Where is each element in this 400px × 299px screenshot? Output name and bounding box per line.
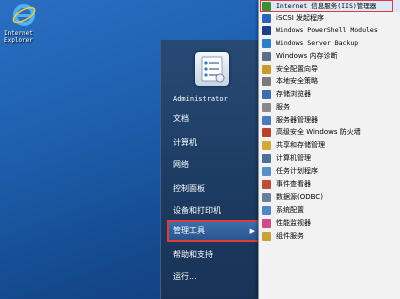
system-config-icon [262,205,271,215]
start-item-network[interactable]: 网络 [169,156,255,174]
admin-item-label: 数据源(ODBC) [276,193,323,201]
admin-item-label: Internet 信息服务(IIS)管理器 [276,2,377,10]
desktop-shortcut-internet-explorer[interactable]: Internet Explorer [4,2,44,44]
start-item-label: 网络 [173,160,189,169]
start-item-label: 文档 [173,114,189,123]
admin-item-storage-explorer[interactable]: 存储浏览器 [259,88,400,100]
iis-manager-icon [262,1,271,11]
services-icon [262,102,271,112]
admin-item-task-scheduler[interactable]: 任务计划程序 [259,165,400,177]
admin-item-odbc[interactable]: 数据源(ODBC) [259,191,400,203]
event-viewer-icon [262,179,271,189]
start-item-computer[interactable]: 计算机 [169,134,255,152]
admin-item-label: Windows 内存诊断 [276,52,338,60]
chevron-right-icon: ▶ [249,227,255,235]
admin-item-powershell-modules[interactable]: Windows PowerShell Modules [259,24,400,36]
user-picture[interactable] [195,52,229,86]
admin-item-label: 服务器管理器 [276,116,318,124]
admin-item-firewall[interactable]: 高级安全 Windows 防火墙 [259,126,400,138]
admin-item-computer-management[interactable]: 计算机管理 [259,152,400,164]
admin-item-label: 存储浏览器 [276,90,311,98]
admin-item-label: 系统配置 [276,206,304,214]
admin-item-server-backup[interactable]: Windows Server Backup [259,37,400,49]
admin-item-iscsi[interactable]: iSCSI 发起程序 [259,12,400,24]
start-menu-right-pane: Administrator 文档 计算机 网络 控制面板 设备和打印机 管理工具… [160,40,261,299]
security-wizard-icon [262,64,271,74]
admin-item-label: 高级安全 Windows 防火墙 [276,128,361,136]
admin-item-component-services[interactable]: 组件服务 [259,230,400,242]
iscsi-icon [262,13,271,23]
start-item-administrator[interactable]: Administrator [169,90,255,108]
administrative-tools-flyout: Internet 信息服务(IIS)管理器 iSCSI 发起程序 Windows… [258,0,400,299]
start-item-documents[interactable]: 文档 [169,110,255,128]
start-item-help-support[interactable]: 帮助和支持 [169,246,255,264]
desktop-shortcut-label: Internet Explorer [4,30,33,44]
powershell-icon [262,25,271,35]
start-item-label: 计算机 [173,138,197,147]
start-item-label: 控制面板 [173,184,205,193]
admin-item-event-viewer[interactable]: 事件查看器 [259,178,400,190]
admin-item-label: 性能监视器 [276,219,311,227]
admin-item-label: 组件服务 [276,232,304,240]
performance-monitor-icon [262,218,271,228]
task-scheduler-icon [262,166,271,176]
admin-item-system-config[interactable]: 系统配置 [259,204,400,216]
admin-item-label: Windows PowerShell Modules [276,26,378,34]
start-item-label: 设备和打印机 [173,206,221,215]
admin-item-services[interactable]: 服务 [259,101,400,113]
admin-item-label: Windows Server Backup [276,39,359,47]
admin-item-label: 安全配置向导 [276,65,318,73]
server-manager-icon [262,115,271,125]
admin-item-label: iSCSI 发起程序 [276,14,325,22]
start-item-label: 帮助和支持 [173,250,213,259]
component-services-icon [262,231,271,241]
start-item-devices-printers[interactable]: 设备和打印机 [169,202,255,220]
storage-explorer-icon [262,89,271,99]
firewall-icon [262,127,271,137]
admin-item-server-manager[interactable]: 服务器管理器 [259,114,400,126]
admin-item-label: 共享和存储管理 [276,141,325,149]
share-storage-icon [262,140,271,150]
admin-item-label: 事件查看器 [276,180,311,188]
admin-item-memory-diagnostic[interactable]: Windows 内存诊断 [259,50,400,62]
admin-item-label: 任务计划程序 [276,167,318,175]
admin-item-iis-manager[interactable]: Internet 信息服务(IIS)管理器 [259,0,400,12]
start-item-label: 管理工具 [173,226,205,235]
checklist-icon [201,56,225,83]
internet-explorer-icon [12,4,36,26]
admin-item-label: 本地安全策略 [276,77,318,85]
memory-diagnostic-icon [262,51,271,61]
admin-item-local-security-policy[interactable]: 本地安全策略 [259,75,400,87]
start-item-administrative-tools[interactable]: 管理工具 ▶ [167,220,261,242]
odbc-icon [262,192,271,202]
start-item-label: 运行... [173,272,197,281]
admin-item-performance-monitor[interactable]: 性能监视器 [259,217,400,229]
start-item-control-panel[interactable]: 控制面板 [169,180,255,198]
admin-item-label: 服务 [276,103,290,111]
local-security-policy-icon [262,76,271,86]
admin-item-label: 计算机管理 [276,154,311,162]
start-item-run[interactable]: 运行... [169,268,255,286]
start-item-label: Administrator [173,95,228,103]
admin-item-security-wizard[interactable]: 安全配置向导 [259,63,400,75]
computer-management-icon [262,153,271,163]
admin-item-share-storage[interactable]: 共享和存储管理 [259,139,400,151]
backup-icon [262,38,271,48]
